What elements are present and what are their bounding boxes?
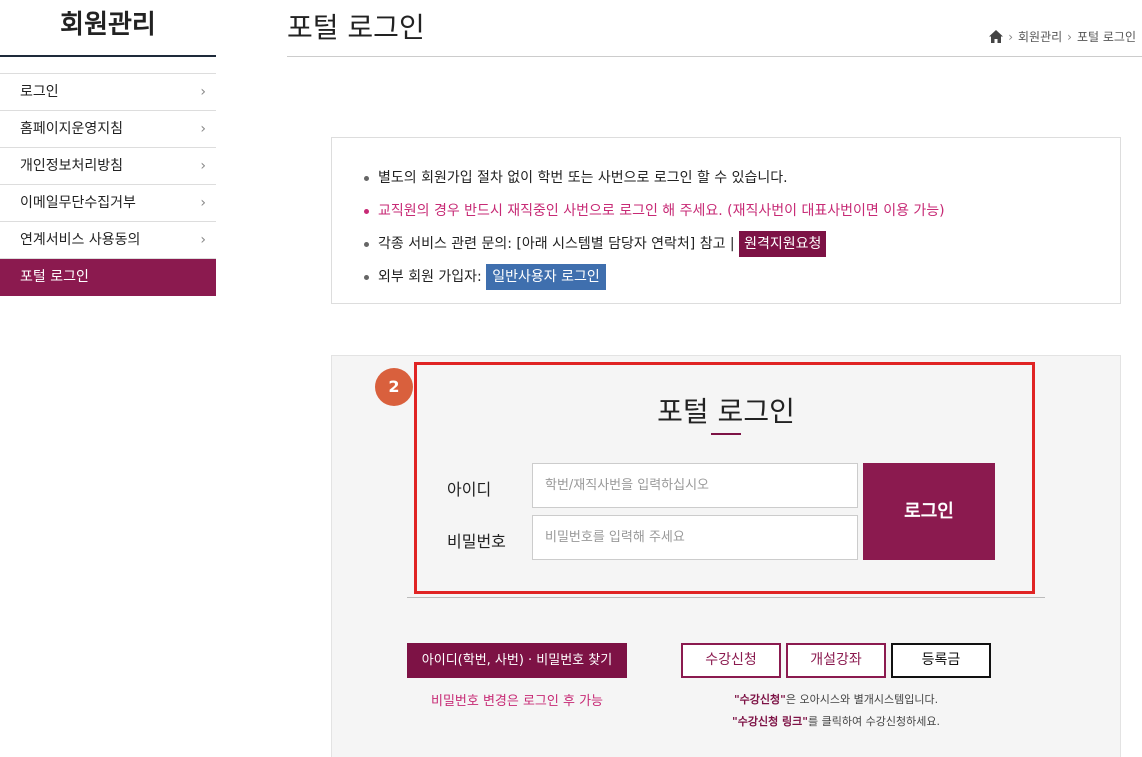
- info-text: 를 클릭하여 수강신청하세요.: [808, 715, 940, 728]
- divider: [407, 597, 1045, 598]
- sidebar-item-label: 로그인: [20, 84, 59, 100]
- sidebar-menu: 로그인 › 홈페이지운영지침 › 개인정보처리방침 › 이메일무단수집거부 › …: [0, 73, 216, 296]
- chevron-right-icon: ›: [200, 232, 206, 248]
- general-user-login-button[interactable]: 일반사용자 로그인: [486, 264, 606, 290]
- breadcrumb-item[interactable]: 회원관리: [1018, 28, 1062, 45]
- password-label: 비밀번호: [447, 532, 506, 551]
- login-button[interactable]: 로그인: [863, 463, 995, 560]
- sidebar-item-linked-service-consent[interactable]: 연계서비스 사용동의 ›: [0, 222, 216, 259]
- info-emphasis: "수강신청": [733, 693, 786, 706]
- find-id-password-button[interactable]: 아이디(학번, 사번) · 비밀번호 찾기: [407, 643, 627, 678]
- sidebar-item-login[interactable]: 로그인 ›: [0, 74, 216, 111]
- id-input[interactable]: [532, 463, 858, 508]
- notice-box: 별도의 회원가입 절차 없이 학번 또는 사번으로 로그인 할 수 있습니다. …: [331, 137, 1121, 304]
- breadcrumb-separator-icon: ›: [1067, 29, 1072, 44]
- page: { "sidebar": { "title": "회원관리", "items":…: [0, 0, 1142, 757]
- sidebar-item-label: 개인정보처리방침: [20, 158, 124, 174]
- course-link-info-line: "수강신청 링크"를 클릭하여 수강신청하세요.: [681, 713, 991, 729]
- password-change-note: 비밀번호 변경은 로그인 후 가능: [430, 694, 603, 709]
- sidebar-item-email-refusal[interactable]: 이메일무단수집거부 ›: [0, 185, 216, 222]
- sidebar-item-label: 홈페이지운영지침: [20, 121, 124, 137]
- remote-support-button[interactable]: 원격지원요청: [739, 231, 827, 257]
- chevron-right-icon: ›: [200, 121, 206, 137]
- sidebar-item-privacy-policy[interactable]: 개인정보처리방침 ›: [0, 148, 216, 185]
- notice-item: 각종 서비스 관련 문의: [아래 시스템별 담당자 연락처] 참고 | 원격지…: [364, 228, 945, 261]
- notice-item: 교직원의 경우 반드시 재직중인 사번으로 로그인 해 주세요. (재직사번이 …: [364, 195, 945, 228]
- chevron-right-icon: ›: [200, 158, 206, 174]
- page-title: 포털 로그인: [287, 11, 425, 44]
- sidebar-item-portal-login[interactable]: 포털 로그인: [0, 259, 216, 296]
- title-underline: [711, 433, 741, 435]
- notice-item: 외부 회원 가입자: 일반사용자 로그인: [364, 261, 945, 294]
- sidebar-item-label: 포털 로그인: [20, 269, 89, 285]
- sidebar-item-label: 이메일무단수집거부: [20, 195, 136, 211]
- chevron-right-icon: ›: [200, 195, 206, 211]
- step-badge: 2: [375, 368, 413, 406]
- breadcrumb-separator-icon: ›: [1008, 29, 1013, 44]
- sidebar-item-homepage-policy[interactable]: 홈페이지운영지침 ›: [0, 111, 216, 148]
- notice-text: 교직원의 경우 반드시 재직중인 사번으로 로그인 해 주세요. (재직사번이 …: [378, 203, 945, 219]
- login-title: 포털 로그인: [657, 395, 795, 428]
- chevron-right-icon: ›: [200, 84, 206, 100]
- breadcrumb-item[interactable]: 포털 로그인: [1077, 28, 1136, 45]
- course-info-line: "수강신청"은 오아시스와 별개시스템입니다.: [681, 691, 991, 707]
- id-label: 아이디: [447, 480, 492, 499]
- notice-text: 각종 서비스 관련 문의: [아래 시스템별 담당자 연락처] 참고 |: [378, 236, 735, 252]
- notice-item: 별도의 회원가입 절차 없이 학번 또는 사번으로 로그인 할 수 있습니다.: [364, 162, 945, 195]
- notice-text: 외부 회원 가입자:: [378, 269, 482, 285]
- tuition-button[interactable]: 등록금: [891, 643, 991, 678]
- info-text: 은 오아시스와 별개시스템입니다.: [785, 693, 939, 706]
- sidebar: 회원관리 로그인 › 홈페이지운영지침 › 개인정보처리방침 › 이메일무단수집…: [0, 0, 216, 296]
- notice-text: 별도의 회원가입 절차 없이 학번 또는 사번으로 로그인 할 수 있습니다.: [378, 170, 788, 186]
- password-input[interactable]: [532, 515, 858, 560]
- sidebar-item-label: 연계서비스 사용동의: [20, 232, 141, 248]
- home-icon[interactable]: [989, 30, 1004, 43]
- breadcrumb: › 회원관리 › 포털 로그인: [989, 28, 1136, 45]
- sidebar-title: 회원관리: [0, 0, 216, 57]
- open-courses-button[interactable]: 개설강좌: [786, 643, 886, 678]
- info-emphasis: "수강신청 링크": [732, 715, 809, 728]
- course-registration-button[interactable]: 수강신청: [681, 643, 781, 678]
- header-divider: [287, 56, 1142, 57]
